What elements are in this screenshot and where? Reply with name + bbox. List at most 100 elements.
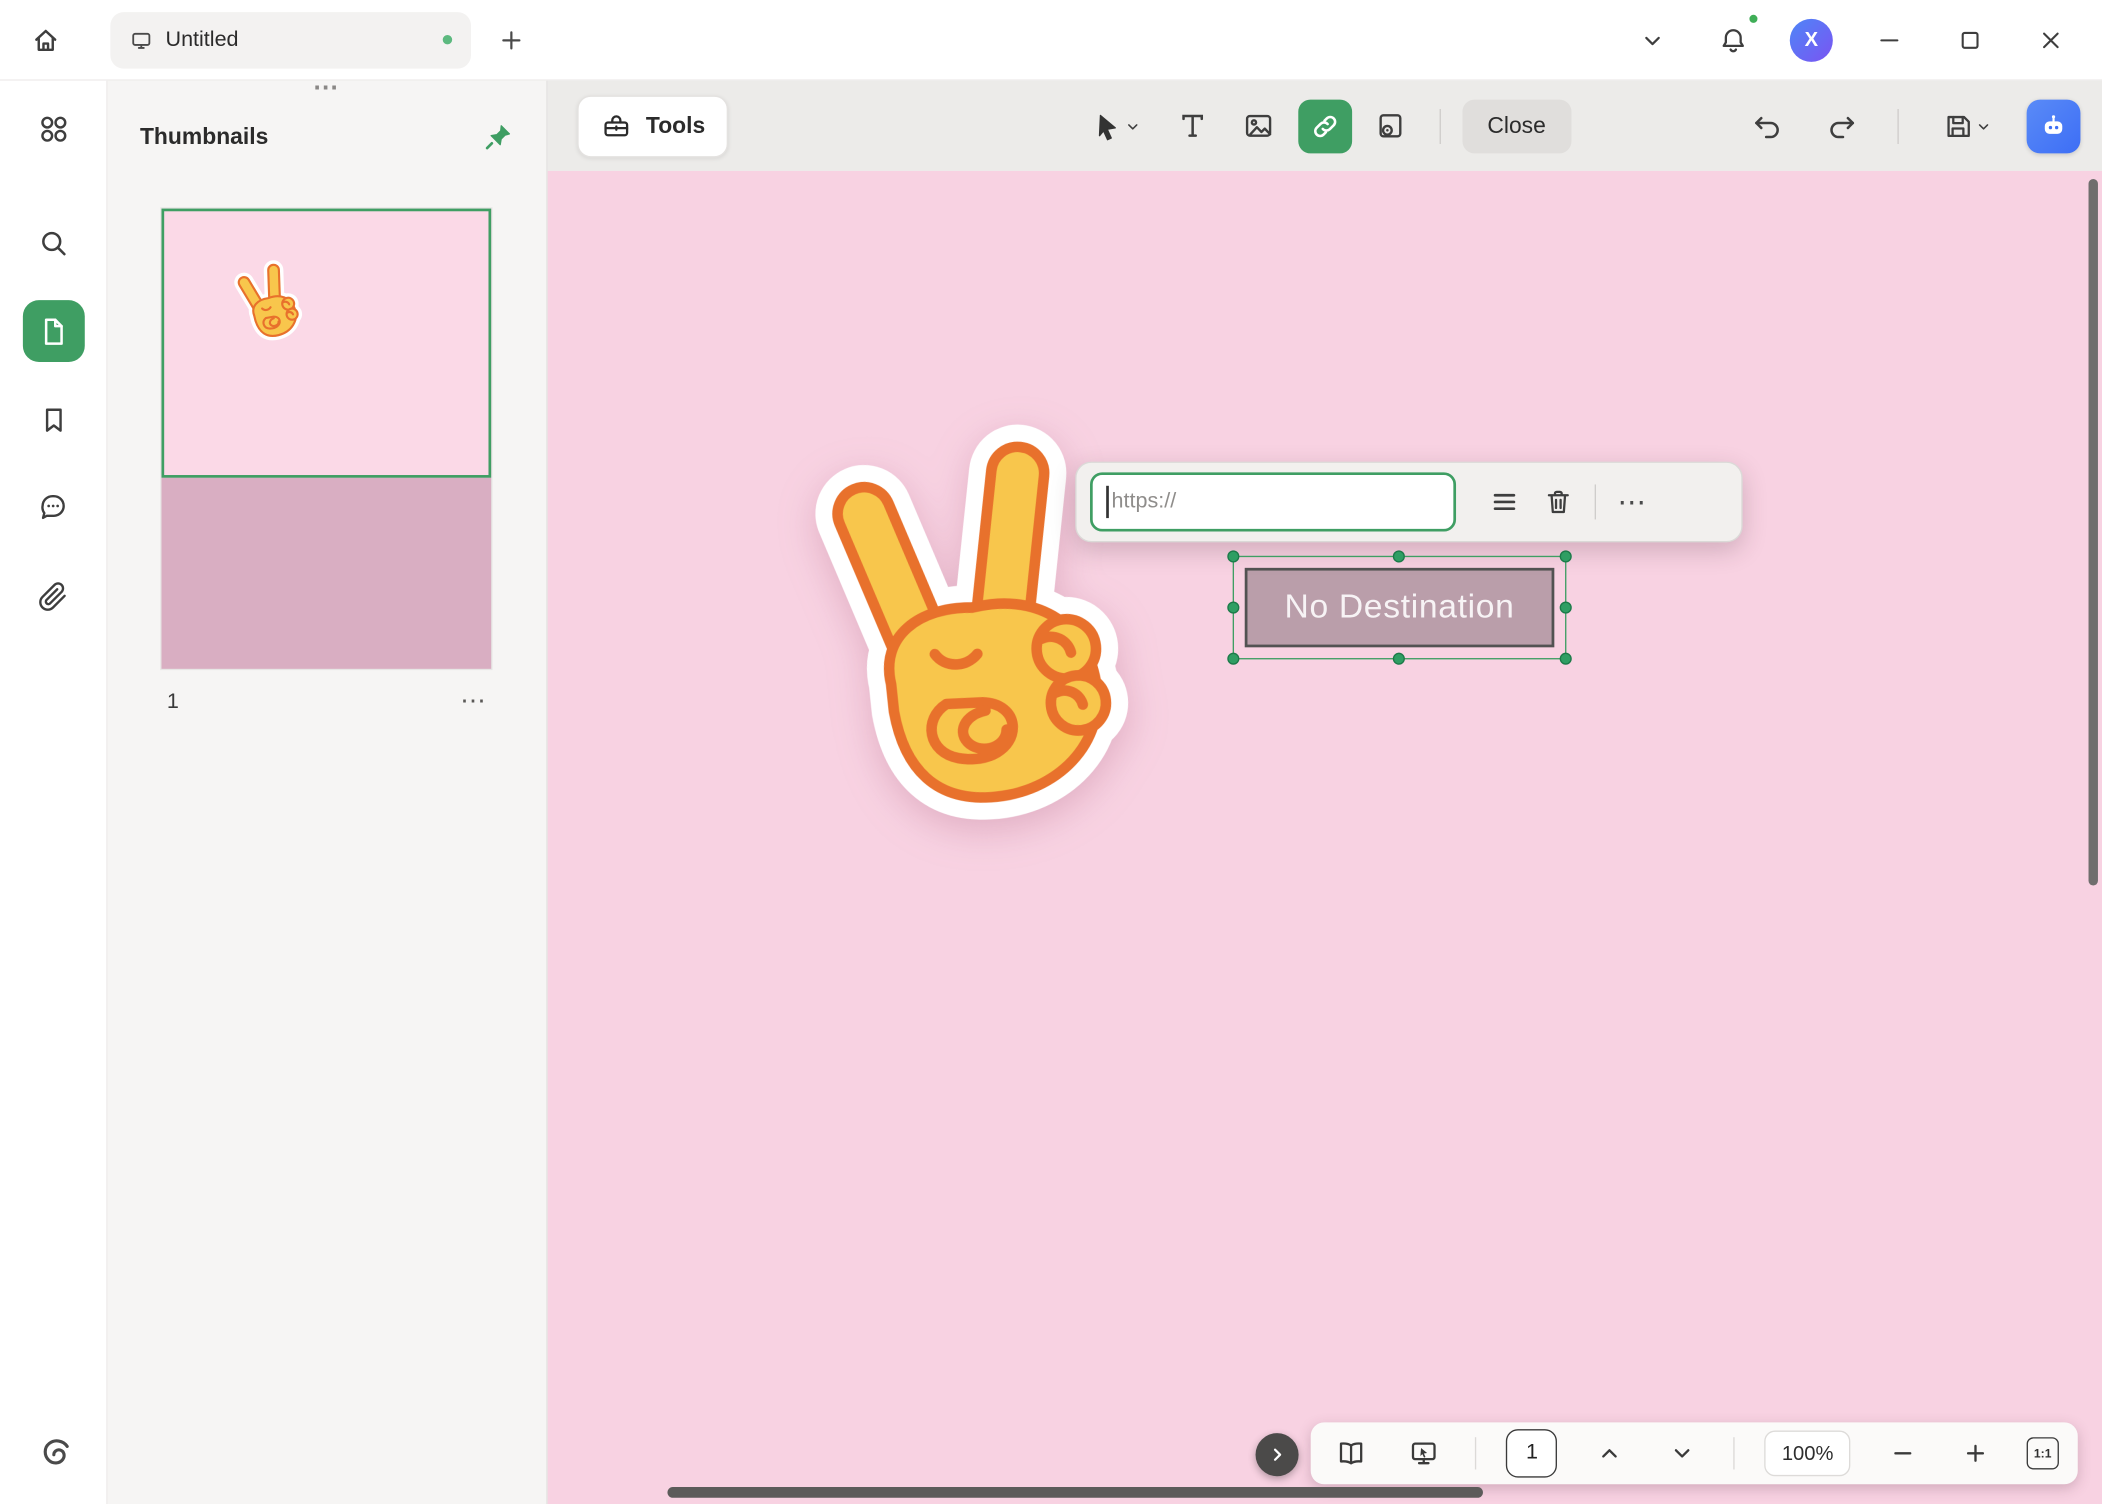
zoom-out-button[interactable] xyxy=(1881,1432,1924,1475)
collapse-toolbar-button[interactable] xyxy=(1628,15,1676,63)
page-number-label: 1 xyxy=(167,690,179,714)
book-icon xyxy=(1335,1437,1367,1469)
link-url-input[interactable] xyxy=(1090,472,1456,531)
toolbar-divider xyxy=(1439,108,1440,143)
resize-handle-bottom-right[interactable] xyxy=(1560,653,1572,665)
more-options-button[interactable]: ⋯ xyxy=(1605,475,1659,529)
app-logo-icon xyxy=(34,1436,72,1474)
attachments-button[interactable] xyxy=(22,565,84,627)
paperclip-icon xyxy=(36,579,70,613)
title-bar: Untitled X xyxy=(0,0,2102,81)
tools-menu-button[interactable]: Tools xyxy=(577,95,728,157)
page-thumbnails-panel-button[interactable] xyxy=(22,300,84,362)
document-canvas: ⋯ No Destination xyxy=(548,171,2102,1504)
delete-link-button[interactable] xyxy=(1531,475,1585,529)
apps-grid-button[interactable] xyxy=(22,98,84,160)
zoom-level-button[interactable]: 100% xyxy=(1764,1430,1851,1476)
text-caret xyxy=(1106,486,1109,518)
link-annotation-label: No Destination xyxy=(1284,588,1514,627)
panel-drag-handle[interactable]: ⋯ xyxy=(313,75,341,101)
app-logo-button[interactable] xyxy=(22,1424,84,1486)
link-destination-tool-button[interactable] xyxy=(1364,99,1418,153)
page-icon xyxy=(36,314,70,348)
plus-icon xyxy=(497,25,527,55)
left-navigation-rail xyxy=(0,81,108,1504)
link-selection-frame: No Destination xyxy=(1233,556,1567,660)
resize-handle-top-left[interactable] xyxy=(1227,550,1239,562)
apps-grid-icon xyxy=(36,112,71,147)
next-page-button[interactable] xyxy=(1660,1432,1703,1475)
chevron-down-icon xyxy=(1974,116,1993,135)
comments-button[interactable] xyxy=(22,475,84,537)
image-tool-button[interactable] xyxy=(1232,99,1286,153)
presentation-mode-button[interactable] xyxy=(1402,1432,1445,1475)
actual-size-button[interactable]: 1:1 xyxy=(2027,1437,2059,1469)
comment-icon xyxy=(36,489,70,523)
tools-label: Tools xyxy=(646,112,705,139)
horizontal-scrollbar[interactable] xyxy=(667,1487,1482,1498)
notifications-button[interactable] xyxy=(1709,15,1757,63)
read-mode-button[interactable] xyxy=(1330,1432,1373,1475)
text-tool-button[interactable] xyxy=(1166,99,1220,153)
toolbar-divider xyxy=(1897,108,1898,143)
document-tab[interactable]: Untitled xyxy=(110,11,471,68)
close-icon xyxy=(2036,25,2066,55)
undo-button[interactable] xyxy=(1740,99,1794,153)
peace-hand-sticker[interactable] xyxy=(736,362,1212,886)
pin-panel-button[interactable] xyxy=(476,116,519,159)
bookmark-icon xyxy=(37,404,69,436)
resize-handle-bottom-middle[interactable] xyxy=(1393,653,1405,665)
app-window: Untitled X xyxy=(0,0,2102,1504)
user-avatar[interactable]: X xyxy=(1790,18,1833,61)
ai-assistant-button[interactable] xyxy=(2027,99,2081,153)
home-button[interactable] xyxy=(22,15,70,63)
home-icon xyxy=(30,24,62,56)
undo-icon xyxy=(1750,109,1784,143)
minus-icon xyxy=(1888,1439,1918,1469)
resize-handle-middle-left[interactable] xyxy=(1227,601,1239,613)
collapse-view-bar-button[interactable] xyxy=(1256,1433,1299,1476)
search-button[interactable] xyxy=(22,211,84,273)
page-thumbnail[interactable] xyxy=(161,209,491,669)
annotation-tools-group: Close xyxy=(1078,99,1571,153)
page-options-button[interactable]: ⋯ xyxy=(460,689,487,715)
minimize-icon xyxy=(1875,25,1905,55)
current-page-input[interactable] xyxy=(1506,1429,1557,1477)
cursor-icon xyxy=(1090,110,1122,142)
save-button[interactable] xyxy=(1928,99,2006,153)
resize-handle-middle-right[interactable] xyxy=(1560,601,1572,613)
main-area: Tools xyxy=(548,81,2102,1504)
previous-page-button[interactable] xyxy=(1587,1432,1630,1475)
resize-handle-top-right[interactable] xyxy=(1560,550,1572,562)
thumbnail-footer: 1 ⋯ xyxy=(167,689,487,715)
peace-hand-sticker-mini xyxy=(216,245,322,357)
link-editor-popup: ⋯ xyxy=(1075,462,1742,543)
visible-area-indicator[interactable] xyxy=(161,209,491,478)
zoom-in-button[interactable] xyxy=(1954,1432,1997,1475)
new-tab-button[interactable] xyxy=(487,15,535,63)
search-icon xyxy=(36,225,70,259)
close-link-mode-button[interactable]: Close xyxy=(1462,99,1572,153)
bookmarks-button[interactable] xyxy=(22,389,84,451)
link-tool-button[interactable] xyxy=(1298,99,1352,153)
image-tool-icon xyxy=(1242,109,1276,143)
select-tool-button[interactable] xyxy=(1078,99,1153,153)
link-options-menu-button[interactable] xyxy=(1478,475,1532,529)
save-icon xyxy=(1942,110,1974,142)
close-window-button[interactable] xyxy=(2027,15,2075,63)
chevron-right-icon xyxy=(1265,1443,1289,1467)
app-body: ⋯ Thumbnails 1 ⋯ xyxy=(0,81,2102,1504)
unsaved-changes-dot xyxy=(443,35,452,44)
resize-handle-bottom-left[interactable] xyxy=(1227,653,1239,665)
vertical-scrollbar[interactable] xyxy=(2089,179,2098,885)
ai-robot-icon xyxy=(2037,110,2069,142)
link-annotation-box[interactable]: No Destination xyxy=(1245,568,1555,647)
resize-handle-top-middle[interactable] xyxy=(1393,550,1405,562)
redo-button[interactable] xyxy=(1814,99,1868,153)
maximize-button[interactable] xyxy=(1946,15,1994,63)
bell-icon xyxy=(1717,24,1749,56)
page-link-destination-icon xyxy=(1374,109,1408,143)
viewbar-divider xyxy=(1733,1437,1734,1469)
avatar-initial: X xyxy=(1805,28,1818,51)
minimize-button[interactable] xyxy=(1865,15,1913,63)
